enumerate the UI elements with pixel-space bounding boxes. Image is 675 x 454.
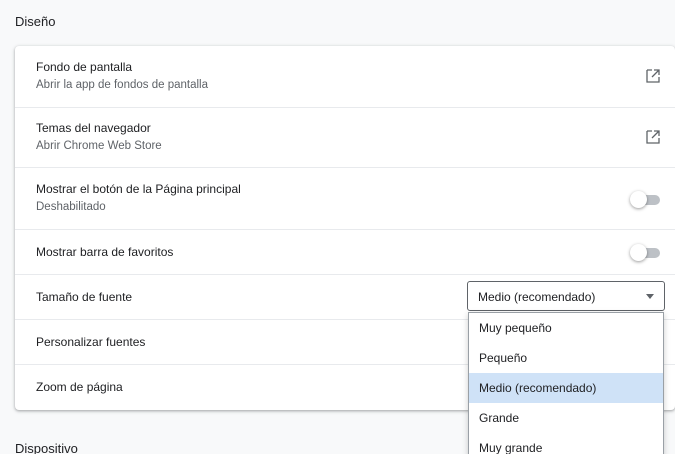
- toggle-knob: [630, 244, 647, 261]
- font-size-select[interactable]: Medio (recomendado): [467, 281, 665, 311]
- toggle-knob: [630, 191, 647, 208]
- wallpaper-title: Fondo de pantalla: [36, 60, 133, 74]
- chevron-down-icon: [646, 294, 654, 299]
- bookmarks-bar-toggle[interactable]: [630, 244, 662, 261]
- section-title-device: Dispositivo: [15, 441, 78, 454]
- font-size-option-very-small[interactable]: Muy pequeño: [469, 313, 663, 343]
- font-size-option-large[interactable]: Grande: [469, 403, 663, 433]
- font-size-title: Tamaño de fuente: [36, 290, 133, 304]
- option-label: Muy grande: [479, 441, 543, 454]
- settings-page: Diseño Fondo de pantalla Abrir la app de…: [0, 0, 675, 454]
- home-button-status: Deshabilitado: [36, 201, 106, 213]
- bookmarks-bar-title: Mostrar barra de favoritos: [36, 245, 174, 259]
- customize-fonts-title: Personalizar fuentes: [36, 335, 146, 349]
- home-button-toggle[interactable]: [630, 191, 662, 208]
- wallpaper-subtitle: Abrir la app de fondos de pantalla: [36, 79, 208, 91]
- open-in-new-icon[interactable]: [645, 129, 661, 145]
- font-size-option-medium[interactable]: Medio (recomendado): [469, 373, 663, 403]
- wallpaper-row[interactable]: Fondo de pantalla Abrir la app de fondos…: [15, 46, 675, 108]
- bookmarks-bar-row: Mostrar barra de favoritos: [15, 230, 675, 275]
- font-size-option-small[interactable]: Pequeño: [469, 343, 663, 373]
- font-size-dropdown: Muy pequeño Pequeño Medio (recomendado) …: [468, 312, 664, 454]
- option-label: Muy pequeño: [479, 321, 552, 335]
- font-size-select-value: Medio (recomendado): [478, 290, 596, 304]
- font-size-option-very-large[interactable]: Muy grande: [469, 433, 663, 454]
- open-in-new-icon[interactable]: [645, 68, 661, 84]
- page-zoom-title: Zoom de página: [36, 380, 123, 394]
- section-title-appearance: Diseño: [15, 14, 56, 29]
- home-button-title: Mostrar el botón de la Página principal: [36, 182, 241, 196]
- option-label: Medio (recomendado): [479, 381, 597, 395]
- themes-subtitle: Abrir Chrome Web Store: [36, 140, 162, 152]
- home-button-row: Mostrar el botón de la Página principal …: [15, 168, 675, 230]
- themes-title: Temas del navegador: [36, 121, 151, 135]
- option-label: Grande: [479, 411, 520, 425]
- option-label: Pequeño: [479, 351, 528, 365]
- themes-row[interactable]: Temas del navegador Abrir Chrome Web Sto…: [15, 108, 675, 168]
